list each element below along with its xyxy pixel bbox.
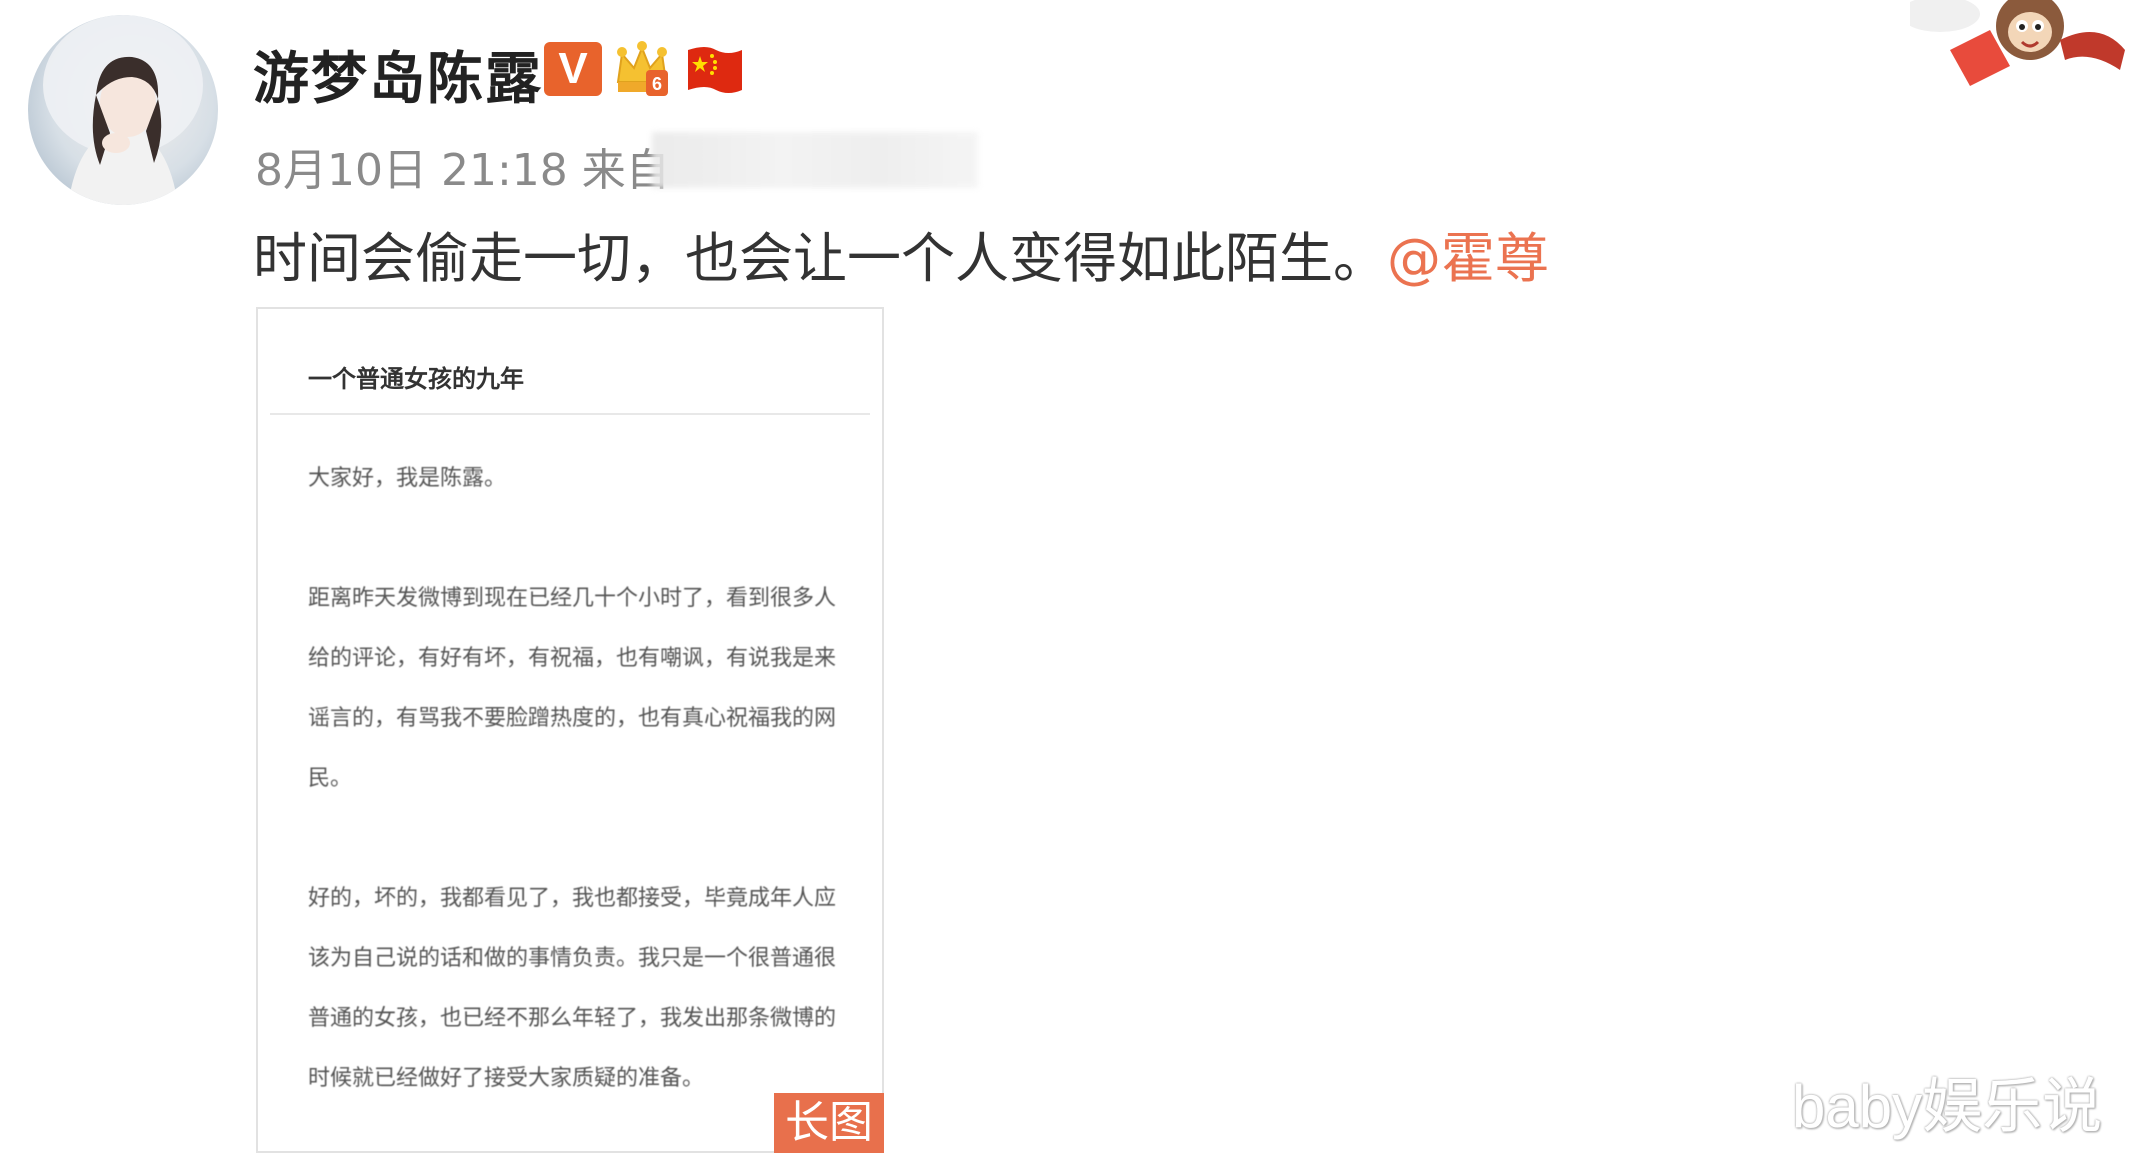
mention-link[interactable]: @霍尊: [1387, 227, 1549, 290]
card-title: 一个普通女孩的九年: [308, 365, 524, 393]
crown-level-icon[interactable]: 6: [612, 38, 672, 100]
card-divider: [270, 413, 870, 415]
card-paragraph: 距离昨天发微博到现在已经几十个小时了，看到很多人给的评论，有好有坏，有祝福，也有…: [308, 586, 837, 791]
card-paragraph: 好的，坏的，我都看见了，我也都接受，毕竟成年人应该为自己说的话和做的事情负责。我…: [308, 886, 837, 1091]
card-paragraph: 大家好，我是陈露。: [308, 466, 507, 491]
china-flag-icon: [686, 42, 744, 98]
avatar[interactable]: [28, 15, 218, 205]
post-text: 时间会偷走一切，也会让一个人变得如此陌生。@霍尊: [253, 214, 1549, 293]
verified-v-icon[interactable]: V: [544, 42, 602, 96]
source-blurred: [652, 132, 978, 188]
username[interactable]: 游梦岛陈露: [253, 34, 543, 115]
watermark: baby娱乐说: [1792, 1073, 2103, 1140]
long-image-card[interactable]: 一个普通女孩的九年 大家好，我是陈露。 距离昨天发微博到现在已经几十个小时了，看…: [256, 307, 884, 1153]
sticker-decoration: [1910, 0, 2130, 90]
long-image-tag: 长图: [774, 1093, 884, 1153]
post-meta: 8月10日 21:18 来自: [255, 134, 670, 198]
post-body: 时间会偷走一切，也会让一个人变得如此陌生。: [253, 227, 1387, 290]
post-timestamp[interactable]: 8月10日 21:18: [255, 145, 568, 196]
svg-text:6: 6: [652, 74, 662, 94]
